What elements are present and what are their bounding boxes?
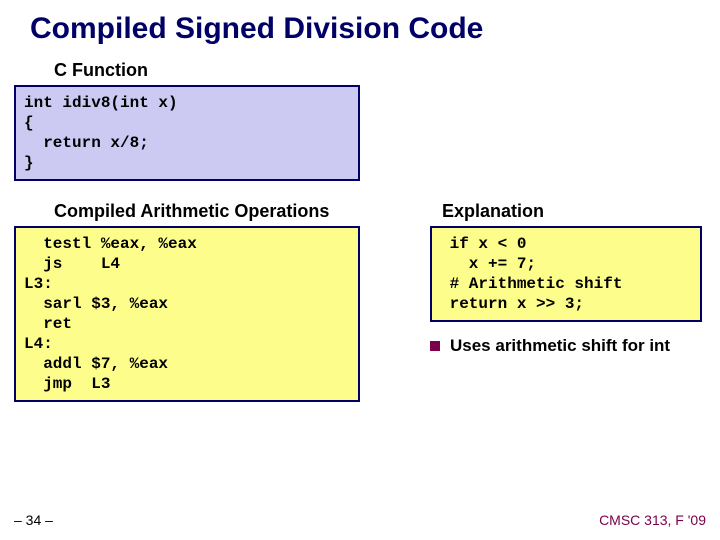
footer-page-number: – 34 – — [14, 512, 53, 528]
slide-title: Compiled Signed Division Code — [0, 0, 720, 50]
c-function-code: int idiv8(int x) { return x/8; } — [14, 85, 360, 181]
explanation-label: Explanation — [442, 201, 710, 222]
compiled-ops-code: testl %eax, %eax js L4 L3: sarl $3, %eax… — [14, 226, 360, 402]
explanation-code: if x < 0 x += 7; # Arithmetic shift retu… — [430, 226, 702, 322]
bullet-square-icon — [430, 341, 440, 351]
compiled-ops-label: Compiled Arithmetic Operations — [54, 201, 430, 222]
footer-course-id: CMSC 313, F '09 — [599, 512, 706, 528]
bullet-text: Uses arithmetic shift for int — [450, 336, 670, 356]
c-function-label: C Function — [54, 60, 720, 81]
bullet-line: Uses arithmetic shift for int — [430, 336, 710, 356]
